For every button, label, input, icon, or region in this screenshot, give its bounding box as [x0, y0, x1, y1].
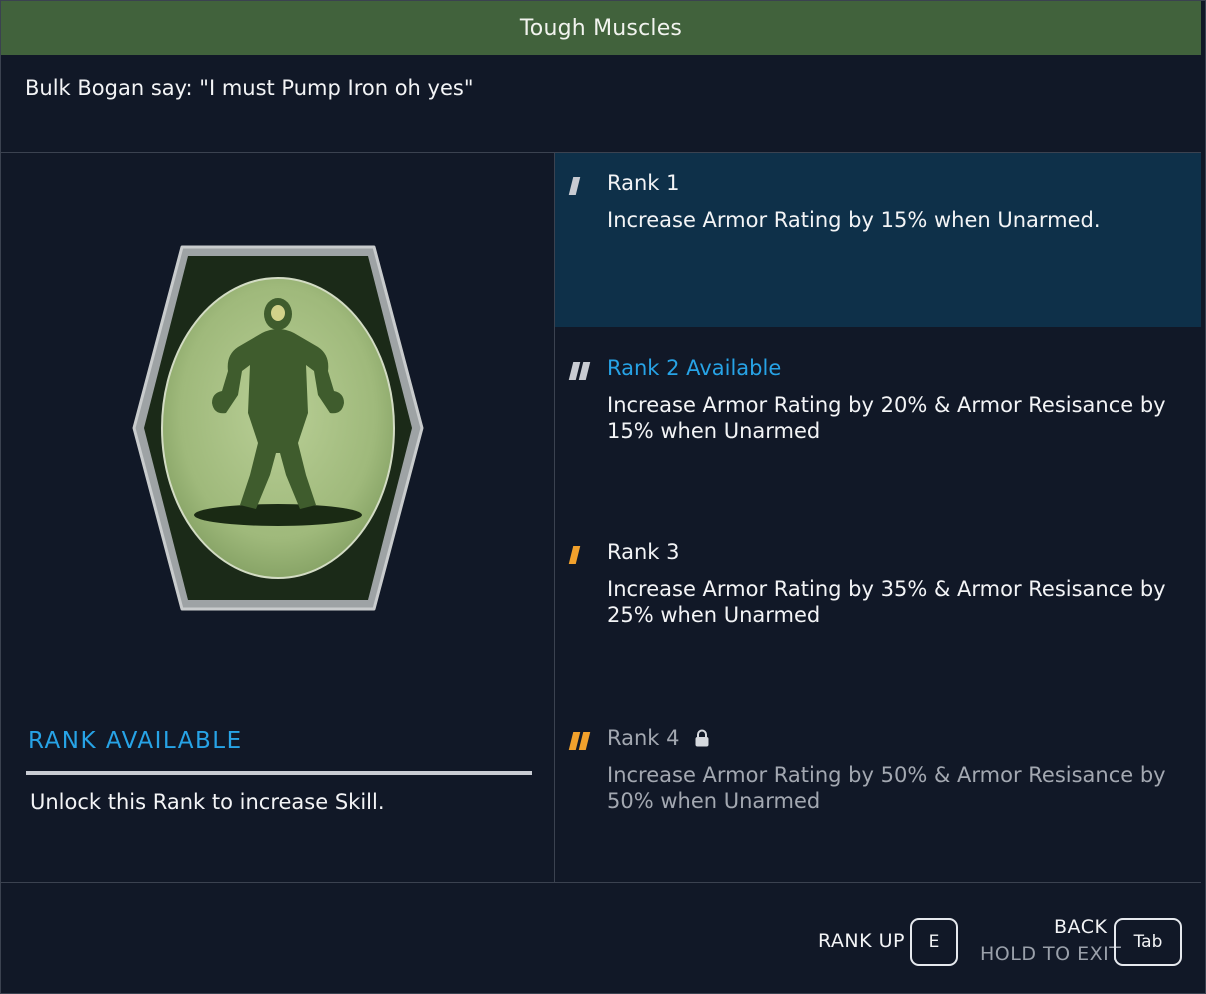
- hold-to-exit-label: HOLD TO EXIT: [980, 943, 1122, 965]
- divider-bottom: [1, 882, 1201, 883]
- rank-up-label[interactable]: RANK UP: [818, 930, 905, 952]
- rank-status-heading: RANK AVAILABLE: [28, 728, 243, 754]
- rank-2-bars-icon: [568, 362, 591, 380]
- rank-1-bars-icon: [568, 177, 581, 195]
- rank-status-underline: [26, 771, 532, 775]
- rank-4-bars-icon: [568, 732, 591, 750]
- rank-1-description: Increase Armor Rating by 15% when Unarme…: [607, 208, 1101, 232]
- lock-icon: [695, 729, 709, 747]
- bodybuilder-badge-icon: [132, 245, 424, 611]
- rank-2-title: Rank 2 Available: [607, 356, 782, 380]
- rank-3-description: Increase Armor Rating by 35% & Armor Res…: [607, 577, 1166, 627]
- rank-1-title: Rank 1: [607, 171, 680, 195]
- back-key[interactable]: Tab: [1114, 918, 1182, 966]
- skill-quote: Bulk Bogan say: "I must Pump Iron oh yes…: [25, 76, 474, 100]
- rank-row-1[interactable]: Rank 1 Increase Armor Rating by 15% when…: [555, 153, 1201, 327]
- rank-4-description: Increase Armor Rating by 50% & Armor Res…: [607, 763, 1166, 813]
- rank-4-title: Rank 4: [607, 726, 680, 750]
- rank-up-key[interactable]: E: [910, 918, 958, 966]
- rank-3-title: Rank 3: [607, 540, 680, 564]
- skill-title-bar: Tough Muscles: [1, 1, 1201, 55]
- rank-3-bars-icon: [568, 546, 581, 564]
- rank-row-2[interactable]: Rank 2 Available Increase Armor Rating b…: [555, 338, 1201, 512]
- back-label[interactable]: BACK: [1054, 916, 1107, 938]
- rank-status-description: Unlock this Rank to increase Skill.: [30, 790, 385, 814]
- rank-row-3[interactable]: Rank 3 Increase Armor Rating by 35% & Ar…: [555, 522, 1201, 696]
- rank-row-4[interactable]: Rank 4 Increase Armor Rating by 50% & Ar…: [555, 708, 1201, 882]
- rank-2-description: Increase Armor Rating by 20% & Armor Res…: [607, 393, 1166, 443]
- skill-title: Tough Muscles: [519, 15, 683, 41]
